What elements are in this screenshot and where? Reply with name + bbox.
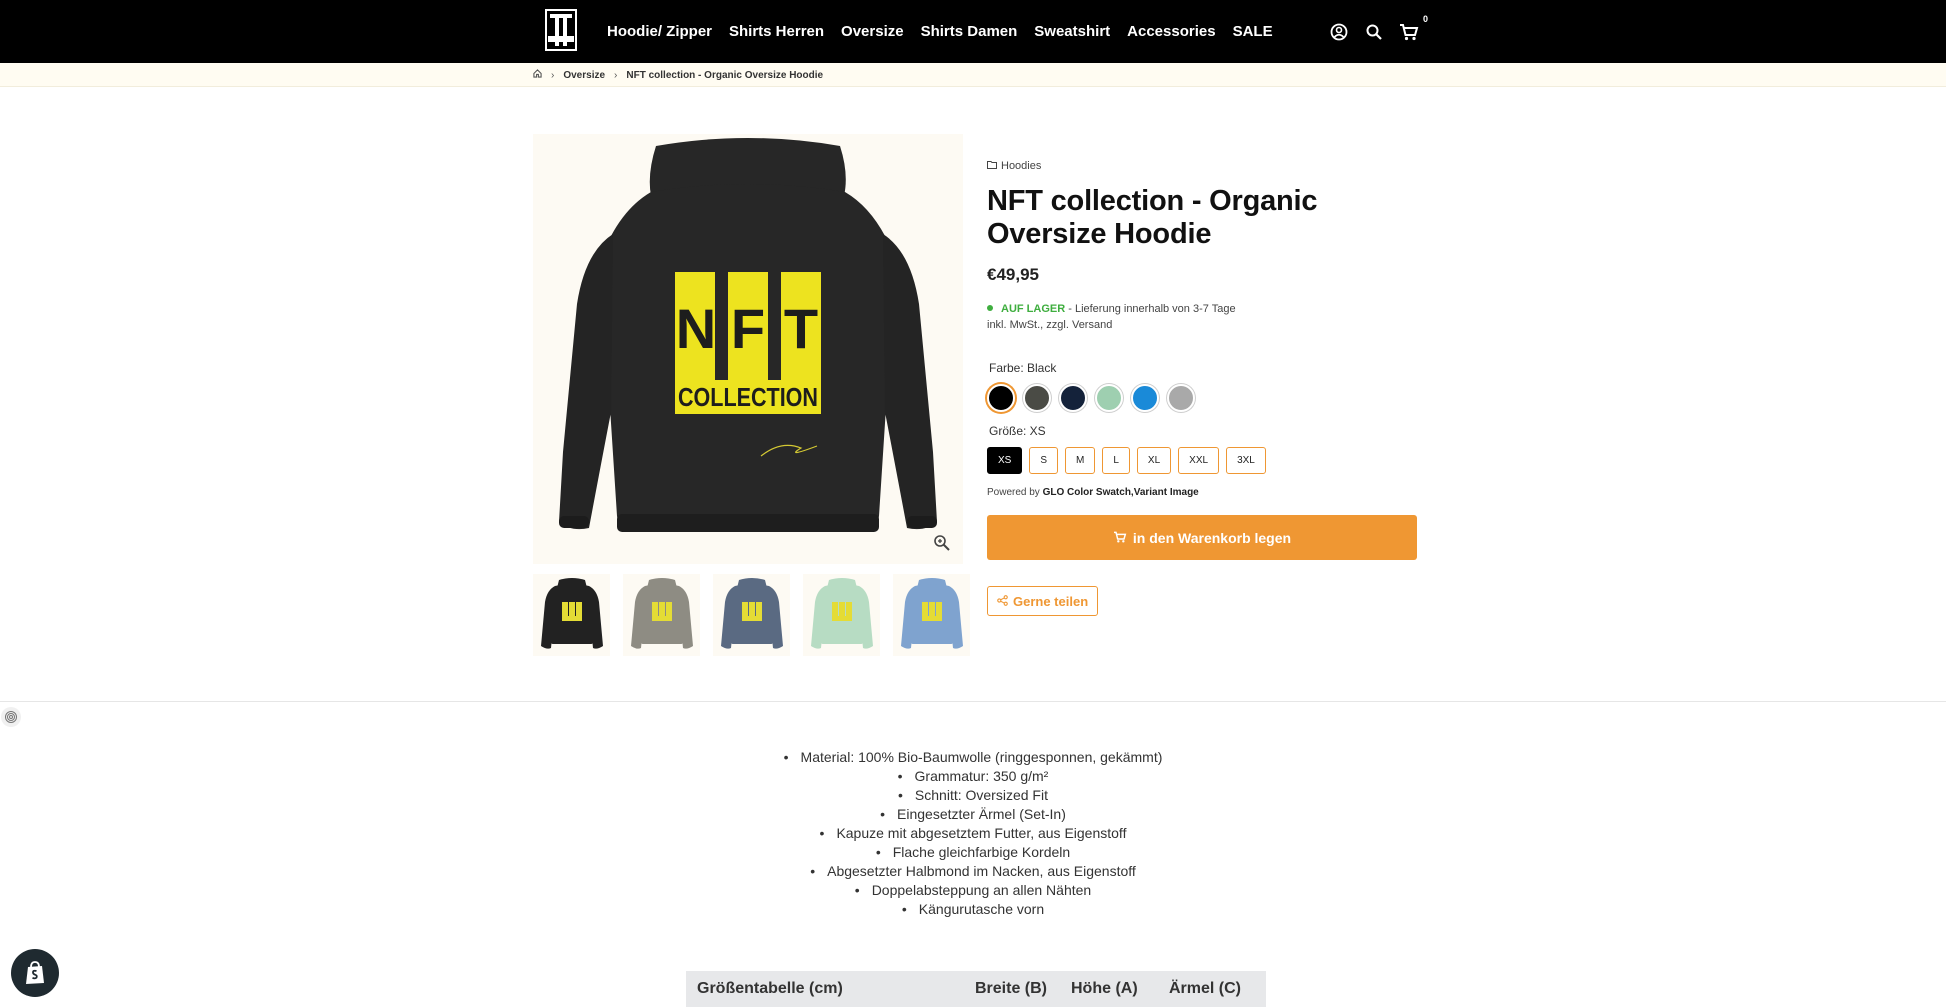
description-item: Flache gleichfarbige Kordeln bbox=[0, 843, 1946, 862]
print-collection-text: COLLECTION bbox=[678, 382, 818, 412]
description-item: Grammatur: 350 g/m² bbox=[0, 767, 1946, 786]
product-thumbnail[interactable] bbox=[893, 574, 970, 656]
nav-accessories[interactable]: Accessories bbox=[1127, 23, 1215, 40]
product-info: Hoodies NFT collection - Organic Oversiz… bbox=[987, 160, 1417, 616]
size-option-l[interactable]: L bbox=[1102, 447, 1130, 474]
description-item: Kängurutasche vorn bbox=[0, 900, 1946, 919]
header: Hoodie/ Zipper Shirts Herren Oversize Sh… bbox=[0, 0, 1946, 63]
color-swatch[interactable] bbox=[987, 384, 1015, 412]
powered-by: Powered by GLO Color Swatch,Variant Imag… bbox=[987, 487, 1417, 498]
size-table-col-sleeve: Ärmel (C) bbox=[1169, 980, 1242, 997]
folder-icon bbox=[987, 160, 997, 172]
product-thumbnail[interactable] bbox=[803, 574, 880, 656]
color-swatch[interactable] bbox=[1059, 384, 1087, 412]
product-price: €49,95 bbox=[987, 265, 1039, 284]
cart-icon bbox=[1113, 530, 1127, 546]
share-button[interactable]: Gerne teilen bbox=[987, 586, 1099, 616]
stock-dot-icon bbox=[987, 305, 993, 311]
stock-label: AUF LAGER bbox=[1001, 303, 1066, 315]
header-actions: 0 bbox=[1328, 14, 1428, 43]
nav-hoodie-zipper[interactable]: Hoodie/ Zipper bbox=[607, 23, 712, 40]
print-letter-t: T bbox=[784, 297, 818, 360]
powered-name[interactable]: GLO Color Swatch,Variant Image bbox=[1043, 487, 1199, 498]
description-item: Schnitt: Oversized Fit bbox=[0, 786, 1946, 805]
size-label: Größe: XS bbox=[989, 424, 1046, 438]
breadcrumb-separator: › bbox=[614, 69, 618, 81]
cart-icon[interactable]: 0 bbox=[1398, 14, 1428, 43]
nav-oversize[interactable]: Oversize bbox=[841, 23, 904, 40]
breadcrumb-separator: › bbox=[551, 69, 555, 81]
size-options: XS S M L XL XXL 3XL bbox=[987, 447, 1417, 474]
product-thumbnail[interactable] bbox=[623, 574, 700, 656]
size-table-col-height: Höhe (A) bbox=[1071, 980, 1138, 997]
powered-prefix: Powered by bbox=[987, 487, 1043, 498]
product-description: Material: 100% Bio-Baumwolle (ringgespon… bbox=[0, 748, 1946, 919]
color-swatches bbox=[987, 384, 1417, 412]
print-letter-n: N bbox=[676, 297, 716, 360]
description-item: Material: 100% Bio-Baumwolle (ringgespon… bbox=[0, 748, 1946, 767]
store-logo[interactable] bbox=[544, 6, 578, 54]
stock-delivery-text: - Lieferung innerhalb von 3-7 Tage bbox=[1065, 303, 1236, 315]
size-table-title: Größentabelle (cm) bbox=[697, 980, 843, 997]
size-option-xxl[interactable]: XXL bbox=[1178, 447, 1220, 474]
breadcrumb-current: NFT collection - Organic Oversize Hoodie bbox=[626, 69, 824, 81]
print-letter-f: F bbox=[731, 297, 765, 360]
size-table-header: Größentabelle (cm) Breite (B) Höhe (A) Ä… bbox=[686, 971, 1266, 1007]
tax-note: inkl. MwSt., zzgl. Versand bbox=[987, 319, 1113, 331]
color-swatch[interactable] bbox=[1131, 384, 1159, 412]
share-icon bbox=[997, 594, 1008, 609]
size-table-col-width: Breite (B) bbox=[975, 980, 1048, 997]
zoom-icon[interactable] bbox=[933, 534, 951, 552]
account-icon[interactable] bbox=[1328, 21, 1350, 43]
breadcrumb-bar: › Oversize › NFT collection - Organic Ov… bbox=[0, 63, 1946, 87]
color-swatch[interactable] bbox=[1095, 384, 1123, 412]
stock-status: AUF LAGER - Lieferung innerhalb von 3-7 … bbox=[987, 301, 1417, 333]
size-option-3xl[interactable]: 3XL bbox=[1226, 447, 1266, 474]
nav-shirts-herren[interactable]: Shirts Herren bbox=[729, 23, 824, 40]
size-option-m[interactable]: M bbox=[1065, 447, 1096, 474]
cart-count: 0 bbox=[1422, 14, 1428, 24]
product-title: NFT collection - Organic Oversize Hoodie bbox=[987, 185, 1318, 250]
product-thumbnail[interactable] bbox=[533, 574, 610, 656]
nav-sale[interactable]: SALE bbox=[1233, 23, 1273, 40]
nav-sweatshirt[interactable]: Sweatshirt bbox=[1034, 23, 1110, 40]
color-swatch[interactable] bbox=[1167, 384, 1195, 412]
collection-link[interactable]: Hoodies bbox=[987, 160, 1417, 172]
description-item: Eingesetzter Ärmel (Set-In) bbox=[0, 805, 1946, 824]
share-label: Gerne teilen bbox=[1013, 593, 1089, 609]
shopify-chat-icon[interactable] bbox=[11, 949, 59, 997]
size-option-xs[interactable]: XS bbox=[987, 447, 1023, 474]
add-to-cart-label: in den Warenkorb legen bbox=[1132, 529, 1292, 546]
product-thumbnail[interactable] bbox=[713, 574, 790, 656]
breadcrumb-oversize[interactable]: Oversize bbox=[563, 70, 605, 81]
fingerprint-icon[interactable] bbox=[1, 707, 21, 727]
add-to-cart-button[interactable]: in den Warenkorb legen bbox=[987, 515, 1417, 560]
description-item: Kapuze mit abgesetztem Futter, aus Eigen… bbox=[0, 824, 1946, 843]
thumbnail-strip bbox=[533, 574, 970, 656]
collection-label: Hoodies bbox=[1001, 160, 1042, 172]
breadcrumb: › Oversize › NFT collection - Organic Ov… bbox=[533, 63, 823, 87]
size-option-xl[interactable]: XL bbox=[1136, 447, 1172, 474]
section-divider bbox=[0, 701, 1946, 702]
description-item: Doppelabsteppung an allen Nähten bbox=[0, 881, 1946, 900]
description-item: Abgesetzter Halbmond im Nacken, aus Eige… bbox=[0, 862, 1946, 881]
main-nav: Hoodie/ Zipper Shirts Herren Oversize Sh… bbox=[607, 0, 1273, 63]
color-label: Farbe: Black bbox=[989, 361, 1057, 375]
nav-shirts-damen[interactable]: Shirts Damen bbox=[921, 23, 1018, 40]
product-main-image[interactable]: N F T COLLECTION bbox=[533, 134, 963, 564]
color-swatch[interactable] bbox=[1023, 384, 1051, 412]
search-icon[interactable] bbox=[1363, 21, 1385, 43]
size-option-s[interactable]: S bbox=[1029, 447, 1059, 474]
home-icon[interactable] bbox=[533, 69, 542, 81]
